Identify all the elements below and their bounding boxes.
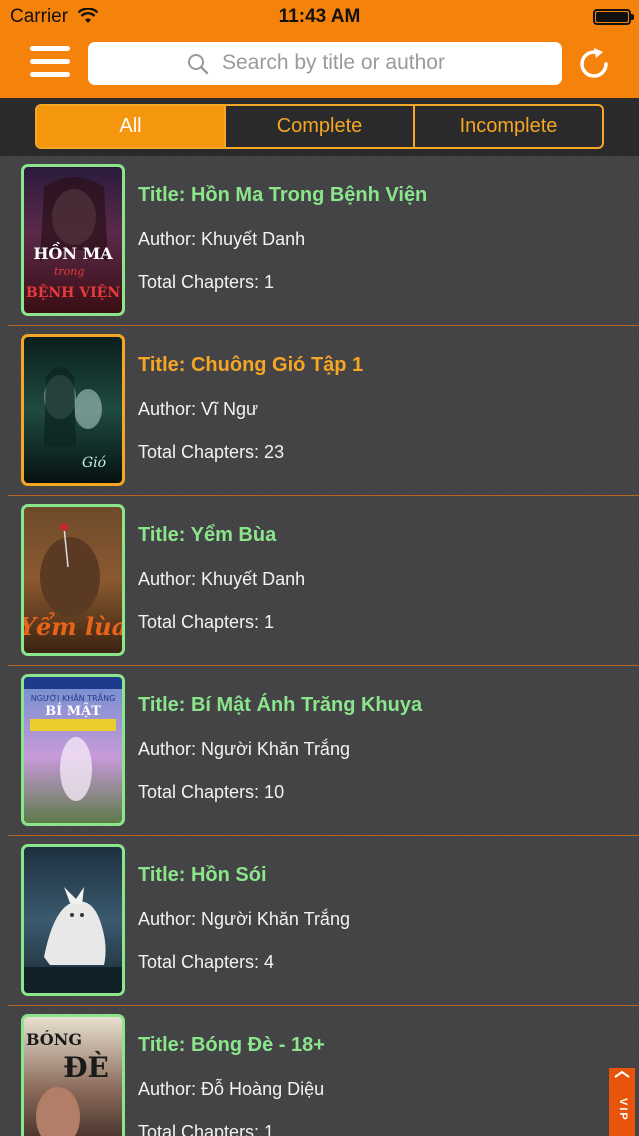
book-author: Author: Vĩ Ngư [138,399,259,419]
clock: 11:43 AM [278,6,361,27]
vip-label: VIP [617,1098,629,1122]
book-cover: Yểm lùa [21,504,125,656]
search-input[interactable]: Search by title or author [88,42,562,85]
book-title: Title: Bí Mật Ánh Trăng Khuya [138,694,423,716]
book-author: Author: Người Khăn Trắng [138,739,350,759]
book-author: Author: Đỗ Hoàng Diệu [138,1079,325,1099]
battery-icon [593,9,634,25]
vip-badge[interactable]: VIP [609,1068,635,1136]
book-row[interactable]: Gió Title: Chuông Gió Tập 1 Author: Vĩ N… [0,326,639,496]
book-cover: Gió [21,334,125,486]
book-title: Title: Bóng Đè - 18+ [138,1034,325,1056]
book-cover [21,844,125,996]
svg-text:trong: trong [54,265,84,278]
book-title: Title: Yểm Bùa [138,524,277,546]
book-chapters: Total Chapters: 10 [138,782,285,802]
book-chapters: Total Chapters: 1 [138,1122,275,1136]
book-row[interactable]: HỒN MA trong BỆNH VIỆN Title: Hồn Ma Tro… [0,156,639,326]
segment-incomplete[interactable]: Incomplete [415,106,602,147]
svg-text:NGƯỜI KHĂN TRẮNG: NGƯỜI KHĂN TRẮNG [31,691,116,703]
book-chapters: Total Chapters: 1 [138,612,275,632]
book-author: Author: Người Khăn Trắng [138,909,350,929]
cover-art: BÓNG ĐÈ [26,1029,109,1136]
filter-segmented-control: All Complete Incomplete [35,104,604,149]
filter-bar: All Complete Incomplete [0,98,639,156]
segment-all[interactable]: All [37,106,226,147]
book-title: Title: Chuông Gió Tập 1 [138,354,364,376]
book-chapters: Total Chapters: 1 [138,272,275,292]
book-title: Title: Hồn Sói [138,864,267,886]
search-placeholder: Search by title or author [222,51,445,74]
book-cover: HỒN MA trong BỆNH VIỆN [21,164,125,316]
svg-text:BỆNH VIỆN: BỆNH VIỆN [26,283,120,301]
cover-art: NGƯỜI KHĂN TRẮNG BÍ MẬT [24,677,122,801]
cover-art [24,887,122,993]
search-icon [188,54,209,75]
status-bar: Carrier 11:43 AM [0,0,639,34]
book-cover: BÓNG ĐÈ [21,1014,125,1136]
book-row[interactable]: Title: Hồn Sói Author: Người Khăn Trắng … [0,836,639,1006]
cover-art: Yểm lùa [24,523,122,641]
svg-text:BÍ MẬT: BÍ MẬT [45,703,101,719]
book-author: Author: Khuyết Danh [138,229,306,249]
book-chapters: Total Chapters: 23 [138,442,285,462]
book-chapters: Total Chapters: 4 [138,952,275,972]
cover-art: HỒN MA trong BỆNH VIỆN [26,177,120,301]
nav-bar: Search by title or author [0,34,639,98]
segment-complete[interactable]: Complete [226,106,415,147]
refresh-icon[interactable] [576,46,612,82]
book-cover: NGƯỜI KHĂN TRẮNG BÍ MẬT [21,674,125,826]
book-row[interactable]: Yểm lùa Title: Yểm Bùa Author: Khuyết Da… [0,496,639,666]
svg-text:Gió: Gió [82,455,106,471]
svg-text:BÓNG: BÓNG [26,1029,82,1049]
book-row[interactable]: NGƯỜI KHĂN TRẮNG BÍ MẬT Title: Bí Mật Án… [0,666,639,836]
book-row[interactable]: BÓNG ĐÈ Title: Bóng Đè - 18+ Author: Đỗ … [0,1006,639,1136]
chevron-up-icon [614,1070,630,1078]
book-list: HỒN MA trong BỆNH VIỆN Title: Hồn Ma Tro… [0,156,639,1136]
svg-text:ĐÈ: ĐÈ [63,1051,109,1084]
book-title: Title: Hồn Ma Trong Bệnh Viện [138,184,428,206]
svg-text:HỒN MA: HỒN MA [33,241,113,263]
cover-art: Gió [44,367,106,471]
book-author: Author: Khuyết Danh [138,569,306,589]
svg-text:Yểm lùa: Yểm lùa [24,612,122,641]
menu-icon[interactable] [30,46,70,82]
